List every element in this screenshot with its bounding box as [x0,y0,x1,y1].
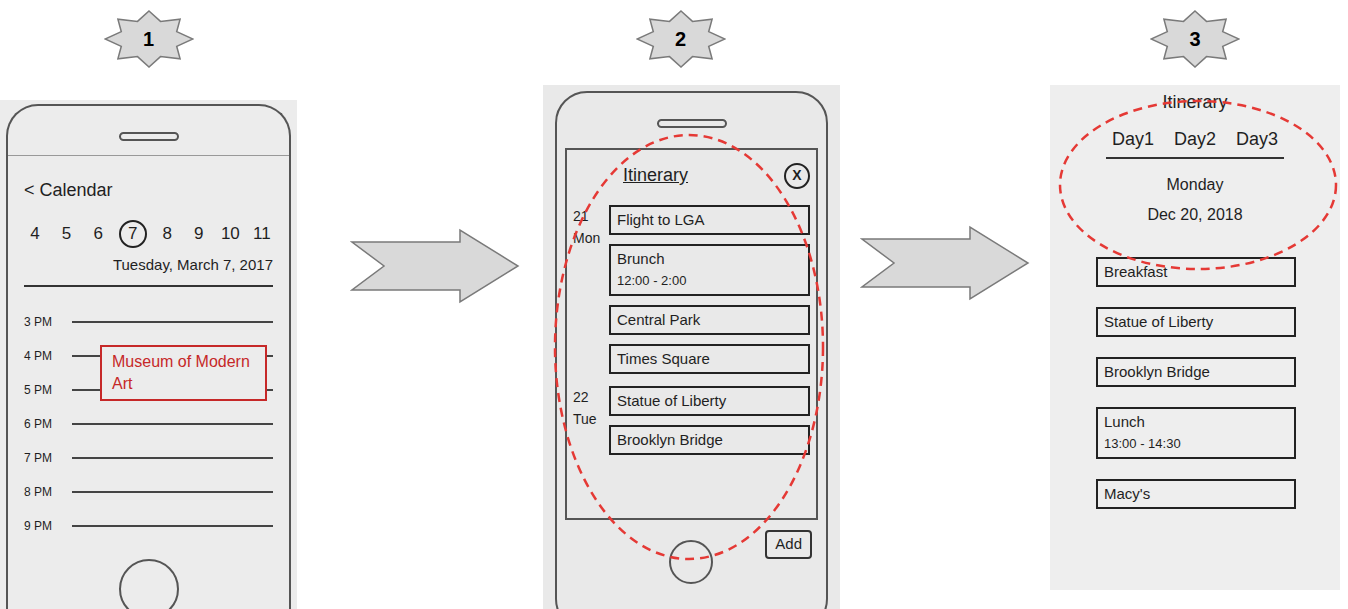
step-badge: 3 [1150,10,1240,68]
day-number[interactable]: 4 [24,220,46,248]
screen-header: Itinerary X [573,162,810,189]
item-time: 13:00 - 14:30 [1104,434,1288,454]
phone-speaker [119,132,179,141]
date: Dec 20, 2018 [1147,203,1242,227]
step-arrow [350,0,520,609]
item-title: Statue of Liberty [617,391,802,411]
hour-label: 6 PM [24,415,66,433]
itinerary-item[interactable]: Brunch12:00 - 2:00 [609,244,810,296]
step-column: 3 Itinerary Day1 Day2 Day3 Monday Dec 20, 2018… [1050,0,1340,609]
add-button[interactable]: Add [765,530,812,559]
step-column: 1 < Calendar 456789 10 11 Tuesday, March 7, 2… [0,0,297,609]
hour-label: 7 PM [24,449,66,467]
arrow-icon [860,225,1030,301]
day-number[interactable]: 10 [219,220,241,248]
day-number[interactable]: 8 [156,220,178,248]
step-badge: 1 [104,10,194,68]
item-list: Breakfast Statue of Liberty Brooklyn Bridg… [1096,257,1296,509]
day-group: 21Mon Flight to LGA Brunch12:00 - 2:00 Cent… [573,205,810,374]
itinerary-item[interactable]: Statue of Liberty [1096,307,1296,337]
step-number: 3 [1150,10,1240,68]
day-number[interactable]: 9 [188,220,210,248]
day-number[interactable]: 11 [251,220,273,248]
screen: < Calendar 456789 10 11 Tuesday, March 7, 20… [8,155,289,609]
item-title: Statue of Liberty [1104,312,1288,332]
day-tab[interactable]: Day2 [1174,126,1216,153]
itinerary-item[interactable]: Flight to LGA [609,205,810,235]
hour-label: 9 PM [24,517,66,535]
itinerary-item[interactable]: Times Square [609,344,810,374]
day-number[interactable]: 7 [119,220,147,248]
highlight-ellipse-icon [543,85,840,609]
itinerary-item[interactable]: Breakfast [1096,257,1296,287]
itinerary-list-sketch: Itinerary X 21Mon Flight to LGA Brunch12:00 … [543,85,840,609]
phone-footer: Add [557,530,826,590]
selected-date: Tuesday, March 7, 2017 [24,254,273,287]
hour-row: 3 PM [24,305,273,339]
hour-label: 5 PM [24,381,66,399]
calendar-sketch: < Calendar 456789 10 11 Tuesday, March 7, 20… [0,100,297,609]
day-number[interactable]: 6 [87,220,109,248]
day-label: 21Mon [573,205,605,374]
back-link[interactable]: < Calendar [24,178,273,202]
itinerary-item[interactable]: Macy's [1096,479,1296,509]
hour-row: 8 PM [24,475,273,509]
step-column: 2 Itinerary X 21Mon Flight to LGA Brunch12:00… [543,0,840,609]
hour-row: 7 PM [24,441,273,475]
home-button[interactable] [119,559,179,609]
itinerary-item[interactable]: Statue of Liberty [609,386,810,416]
day-groups: 21Mon Flight to LGA Brunch12:00 - 2:00 Cent… [573,205,810,455]
home-button[interactable] [669,540,713,584]
item-title: Macy's [1104,484,1288,504]
calendar-event[interactable]: Museum of Modern Art [100,345,267,401]
day-items: Statue of Liberty Brooklyn Bridge [609,386,810,455]
step-badge: 2 [636,10,726,68]
highlight-ellipse-icon [1050,85,1340,285]
itinerary-item[interactable]: Lunch13:00 - 14:30 [1096,407,1296,459]
item-time: 12:00 - 2:00 [617,271,802,291]
day-strip: 456789 10 11 [24,220,273,248]
itinerary-item[interactable]: Brooklyn Bridge [1096,357,1296,387]
day-tab[interactable]: Day1 [1112,126,1154,153]
screen-title: Itinerary [1162,89,1227,116]
day-label: 22Tue [573,386,605,455]
item-title: Lunch [1104,412,1288,432]
item-title: Central Park [617,310,802,330]
screen-title: Itinerary [623,162,688,189]
close-button[interactable]: X [784,163,810,189]
itinerary-day-sketch: Itinerary Day1 Day2 Day3 Monday Dec 20, 2018 B… [1050,85,1340,590]
day-tabs: Day1 Day2 Day3 [1106,126,1284,159]
day-items: Flight to LGA Brunch12:00 - 2:00 Central P… [609,205,810,374]
phone-outline: < Calendar 456789 10 11 Tuesday, March 7, 20… [6,104,291,609]
hour-label: 8 PM [24,483,66,501]
item-title: Brooklyn Bridge [617,430,802,450]
step-number: 1 [104,10,194,68]
hour-row: 6 PM [24,407,273,441]
hour-row: 9 PM [24,509,273,543]
timeline: 3 PM 4 PM 5 PM 6 PM 7 PM 8 PM 9 PM Museum of Mo… [24,305,273,543]
step-number: 2 [636,10,726,68]
itinerary-item[interactable]: Central Park [609,305,810,335]
day-number[interactable]: 5 [56,220,78,248]
hour-label: 3 PM [24,313,66,331]
step-arrow [860,0,1030,609]
diagram: 1 < Calendar 456789 10 11 Tuesday, March 7, 2… [0,0,1348,609]
day-tab[interactable]: Day3 [1236,126,1278,153]
item-title: Flight to LGA [617,210,802,230]
item-title: Breakfast [1104,262,1288,282]
hour-label: 4 PM [24,347,66,365]
phone-outline: Itinerary X 21Mon Flight to LGA Brunch12:00 … [555,91,828,609]
item-title: Times Square [617,349,802,369]
arrow-icon [350,228,520,304]
weekday: Monday [1167,173,1224,197]
screen: Itinerary X 21Mon Flight to LGA Brunch12:00 … [565,148,818,520]
phone-speaker [657,119,727,128]
itinerary-item[interactable]: Brooklyn Bridge [609,425,810,455]
item-title: Brooklyn Bridge [1104,362,1288,382]
day-group: 22Tue Statue of Liberty Brooklyn Bridge [573,386,810,455]
item-title: Brunch [617,249,802,269]
